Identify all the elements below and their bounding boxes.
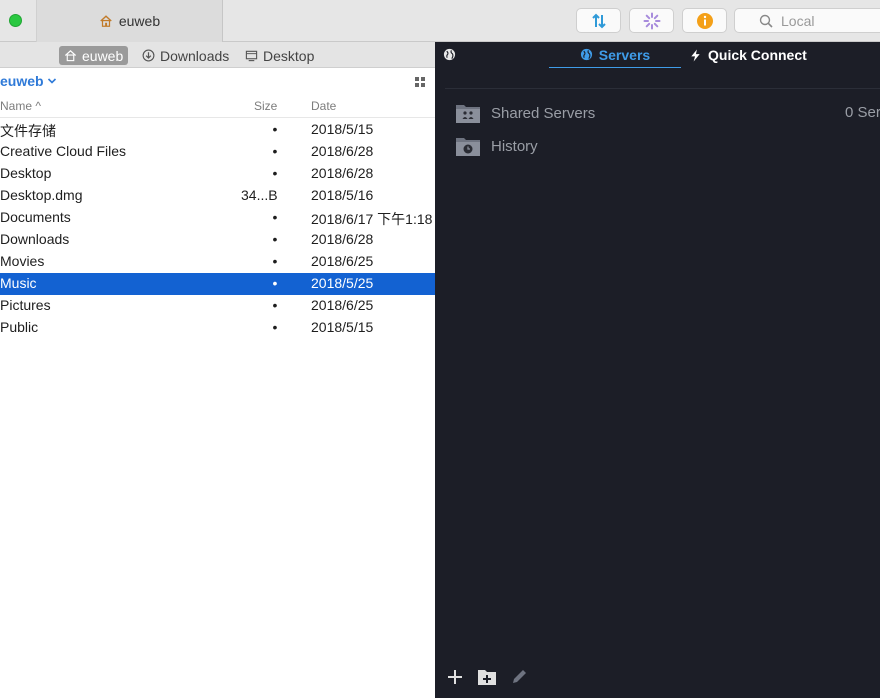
file-row[interactable]: Documents • 2018/6/17 下午1:18 — [0, 207, 435, 229]
servers-toolbar — [445, 667, 529, 687]
file-name: Downloads — [0, 231, 70, 247]
file-row[interactable]: Downloads • 2018/6/28 — [0, 229, 435, 251]
transfer-button[interactable] — [576, 8, 621, 33]
file-name: Desktop — [0, 165, 52, 181]
file-date: 2018/6/28 — [311, 143, 374, 159]
file-size: • — [272, 209, 278, 225]
location-row: euweb — [0, 68, 435, 94]
favorite-label: euweb — [82, 47, 124, 64]
file-date: 2018/6/28 — [311, 231, 374, 247]
favorite-downloads[interactable]: Downloads — [137, 46, 234, 65]
file-name: Movies — [0, 253, 45, 269]
info-button[interactable] — [682, 8, 727, 33]
history-folder-icon — [456, 138, 480, 156]
globe-icon — [580, 48, 592, 61]
globe-icon[interactable] — [443, 48, 456, 61]
transfer-arrows-icon — [591, 13, 606, 28]
file-row[interactable]: Desktop • 2018/6/28 — [0, 163, 435, 185]
column-name-label: Name — [0, 99, 33, 113]
search-icon — [759, 14, 773, 28]
window-close-button[interactable] — [9, 14, 22, 27]
new-folder-icon[interactable] — [477, 667, 497, 687]
favorite-label: Desktop — [263, 47, 315, 64]
file-row[interactable]: 文件存储 • 2018/5/15 — [0, 119, 435, 141]
file-size: • — [272, 231, 278, 247]
local-browser-pane: euweb Downloads Desktop euweb Name ^ Siz… — [0, 42, 435, 698]
favorite-euweb[interactable]: euweb — [59, 46, 129, 65]
file-list-header: Name ^ Size Date — [0, 94, 435, 118]
favorite-label: Downloads — [160, 47, 230, 64]
favorites-bar: euweb Downloads Desktop — [0, 42, 435, 68]
home-icon — [64, 50, 77, 62]
shared-servers-item[interactable]: Shared Servers — [455, 100, 595, 126]
column-size[interactable]: Size — [254, 99, 277, 113]
lightning-icon — [691, 48, 700, 62]
file-size: • — [272, 319, 278, 335]
file-date: 2018/5/25 — [311, 275, 374, 291]
tab-servers-label: Servers — [598, 46, 651, 63]
file-list: 文件存储 • 2018/5/15 Creative Cloud Files • 2018… — [0, 119, 435, 339]
history-label: History — [491, 137, 538, 155]
column-date[interactable]: Date — [311, 99, 336, 113]
file-row-selected[interactable]: Music • 2018/5/25 — [0, 273, 435, 295]
file-row[interactable]: Public • 2018/5/15 — [0, 317, 435, 339]
history-item[interactable]: History — [455, 133, 538, 159]
file-size: 34...B — [241, 187, 278, 203]
file-row[interactable]: Creative Cloud Files • 2018/6/28 — [0, 141, 435, 163]
file-date: 2018/6/25 — [311, 297, 374, 313]
edit-pencil-icon[interactable] — [509, 667, 529, 687]
column-name[interactable]: Name ^ — [0, 99, 41, 113]
file-name: Public — [0, 319, 39, 335]
file-size: • — [272, 143, 278, 159]
grid-view-icon[interactable] — [415, 77, 425, 87]
file-size: • — [272, 275, 278, 291]
shared-servers-label: Shared Servers — [491, 104, 596, 122]
download-icon — [142, 49, 155, 62]
file-row[interactable]: Movies • 2018/6/25 — [0, 251, 435, 273]
tab-quick-connect-label: Quick Connect — [708, 47, 807, 63]
file-name: 文件存储 — [0, 123, 56, 139]
file-date: 2018/5/15 — [311, 121, 374, 137]
info-icon — [696, 12, 713, 29]
file-size: • — [272, 253, 278, 269]
divider — [445, 88, 880, 89]
chevron-down-icon — [47, 78, 56, 84]
file-size: • — [272, 121, 278, 137]
location-dropdown[interactable]: euweb — [0, 73, 57, 89]
file-row[interactable]: Pictures • 2018/6/25 — [0, 295, 435, 317]
file-date: 2018/5/15 — [311, 319, 374, 335]
file-size: • — [272, 165, 278, 181]
title-bar: euweb Local — [0, 0, 880, 42]
home-icon — [100, 15, 112, 27]
file-name: Creative Cloud Files — [0, 143, 127, 159]
spinner-icon — [643, 12, 660, 29]
window-tab-title: euweb — [118, 13, 161, 29]
activity-button[interactable] — [629, 8, 674, 33]
file-date: 2018/6/25 — [311, 253, 374, 269]
file-date: 2018/6/28 — [311, 165, 374, 181]
search-placeholder: Local — [781, 12, 815, 29]
favorite-desktop[interactable]: Desktop — [240, 46, 319, 65]
file-size: • — [272, 297, 278, 313]
desktop-icon — [245, 50, 258, 62]
file-name: Music — [0, 275, 37, 291]
file-name: Documents — [0, 209, 71, 225]
file-name: Pictures — [0, 297, 51, 313]
servers-pane: Servers Quick Connect Shared Servers 0 S… — [435, 42, 880, 698]
file-date: 2018/6/17 下午1:18 — [311, 211, 433, 227]
tab-quick-connect[interactable]: Quick Connect — [689, 42, 807, 68]
shared-servers-count: 0 Ser — [845, 104, 880, 121]
add-icon[interactable] — [445, 667, 465, 687]
servers-tab-bar: Servers Quick Connect — [435, 42, 880, 68]
file-name: Desktop.dmg — [0, 187, 83, 203]
file-date: 2018/5/16 — [311, 187, 374, 203]
tab-servers[interactable]: Servers — [549, 42, 681, 68]
shared-folder-icon — [456, 105, 480, 123]
location-label: euweb — [0, 73, 44, 89]
search-field[interactable]: Local — [734, 8, 880, 33]
window-tab-euweb[interactable]: euweb — [36, 0, 223, 42]
file-row[interactable]: Desktop.dmg 34...B 2018/5/16 — [0, 185, 435, 207]
